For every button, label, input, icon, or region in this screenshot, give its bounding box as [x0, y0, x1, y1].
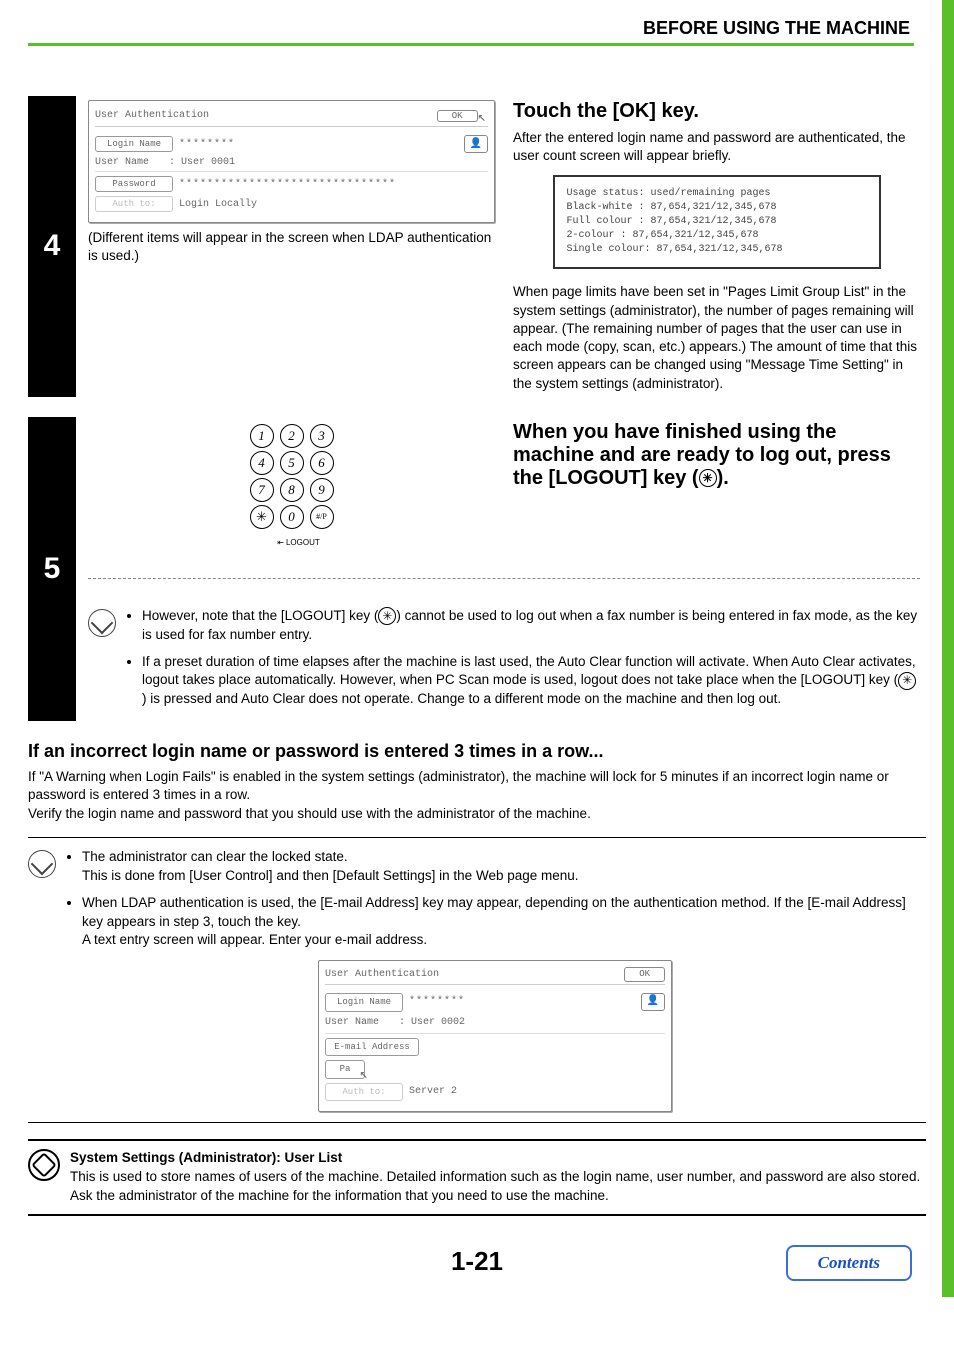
password-value: ******************************* [179, 179, 488, 190]
notes-bullet-2: When LDAP authentication is used, the [E… [82, 894, 926, 951]
page-number: 1-21 [451, 1246, 503, 1276]
n2b: A text entry screen will appear. Enter y… [82, 932, 427, 947]
auth-panel-2: User Authentication OK Login Name ******… [318, 960, 672, 1112]
divider-dashed [88, 578, 920, 579]
section-p1: If "A Warning when Login Fails" is enabl… [28, 768, 926, 804]
cursor-icon-2: ↖ [360, 1066, 368, 1086]
usage-l2: Black-white : 87,654,321/12,345,678 [567, 201, 867, 215]
p2-user-name-label: User Name [325, 1016, 399, 1030]
admin-settings-note: System Settings (Administrator): User Li… [28, 1139, 926, 1216]
panel2-ok-button[interactable]: OK [624, 967, 665, 982]
p2-address-book-icon[interactable]: 👤 [641, 993, 665, 1011]
step-number-4: 4 [28, 96, 76, 397]
login-name-value: ******** [179, 139, 235, 150]
notes-bullet-1: The administrator can clear the locked s… [82, 848, 926, 886]
note-pencil-icon-2 [28, 850, 56, 878]
page-footer: 1-21 Contents [28, 1246, 926, 1277]
b2a: If a preset duration of time elapses aft… [142, 654, 916, 688]
p2-login-name-value: ******** [409, 995, 465, 1009]
right-green-edge [942, 0, 954, 1297]
p2-user-name-value: : User 0002 [399, 1016, 465, 1030]
address-book-icon[interactable]: 👤 [464, 135, 488, 153]
logout-arrow-icon: ⇤ [277, 538, 284, 547]
key-star[interactable]: ✳ [250, 505, 274, 529]
admin-body: This is used to store names of users of … [70, 1168, 926, 1206]
numeric-keypad: 1 2 3 4 5 6 7 8 9 [250, 421, 334, 550]
step-5: 5 1 2 3 4 5 6 [28, 417, 926, 721]
p2-email-button[interactable]: E-mail Address [325, 1038, 419, 1057]
usage-status-box: Usage status: used/remaining pages Black… [553, 175, 881, 269]
n2a: When LDAP authentication is used, the [E… [82, 895, 906, 929]
logout-key-icon: ✳ [699, 469, 717, 487]
key-8[interactable]: 8 [280, 478, 304, 502]
password-button[interactable]: Password [95, 176, 173, 192]
step4-body1: After the entered login name and passwor… [513, 129, 920, 165]
usage-l3: Full colour : 87,654,321/12,345,678 [567, 215, 867, 229]
key-2[interactable]: 2 [280, 424, 304, 448]
logout-key-label: ⇤ LOGOUT [277, 538, 319, 547]
panel2-title: User Authentication [325, 968, 439, 982]
admin-title: System Settings (Administrator): User Li… [70, 1149, 926, 1168]
logout-key-icon-inline2: ✳ [898, 672, 916, 690]
step5-notes: However, note that the [LOGOUT] key (✳) … [88, 607, 920, 717]
section-p2: Verify the login name and password that … [28, 805, 926, 823]
usage-l5: Single colour: 87,654,321/12,345,678 [567, 243, 867, 257]
section-title: If an incorrect login name or password i… [28, 741, 926, 762]
gear-icon [28, 1149, 60, 1181]
usage-l4: 2-colour : 87,654,321/12,345,678 [567, 229, 867, 243]
key-3[interactable]: 3 [310, 424, 334, 448]
key-6[interactable]: 6 [310, 451, 334, 475]
panel1-ok-button[interactable]: OK [437, 110, 478, 122]
step5-bullet-2: If a preset duration of time elapses aft… [142, 653, 920, 710]
logout-text: LOGOUT [286, 538, 320, 547]
step4-title: Touch the [OK] key. [513, 100, 920, 123]
note-pencil-icon [88, 609, 116, 637]
step5-title-suffix: ). [717, 467, 729, 489]
cursor-icon: ↖ [478, 109, 486, 126]
b1a: However, note that the [LOGOUT] key ( [142, 608, 378, 623]
auth-panel-1: User Authentication OK ↖ Login Name ****… [88, 100, 495, 223]
key-7[interactable]: 7 [250, 478, 274, 502]
user-name-label: User Name [95, 157, 169, 168]
user-name-value: : User 0001 [169, 157, 235, 168]
p2-auth-to-value: Server 2 [409, 1085, 457, 1099]
key-0[interactable]: 0 [280, 505, 304, 529]
n1a: The administrator can clear the locked s… [82, 849, 348, 864]
auth-to-button[interactable]: Auth to: [95, 196, 173, 212]
usage-l1: Usage status: used/remaining pages [567, 187, 867, 201]
page-header: BEFORE USING THE MACHINE [28, 18, 910, 43]
panel1-title: User Authentication [95, 110, 209, 121]
step5-title: When you have finished using the machine… [513, 421, 920, 490]
auth-to-value: Login Locally [179, 199, 257, 210]
p2-login-name-button[interactable]: Login Name [325, 993, 403, 1012]
step-number-5: 5 [28, 417, 76, 721]
p2-pa-label: Pa [340, 1064, 351, 1074]
b2b: ) is pressed and Auto Clear does not ope… [142, 691, 781, 706]
key-hash[interactable]: #/P [310, 505, 334, 529]
contents-button[interactable]: Contents [786, 1245, 912, 1281]
step4-body2: When page limits have been set in "Pages… [513, 283, 920, 392]
panel1-caption: (Different items will appear in the scre… [88, 229, 495, 265]
key-4[interactable]: 4 [250, 451, 274, 475]
n1b: This is done from [User Control] and the… [82, 868, 579, 883]
login-name-button[interactable]: Login Name [95, 136, 173, 152]
header-rule [28, 43, 914, 46]
key-9[interactable]: 9 [310, 478, 334, 502]
step5-bullet-1: However, note that the [LOGOUT] key (✳) … [142, 607, 920, 645]
step-4: 4 User Authentication OK ↖ Login Name * [28, 96, 926, 397]
admin-notes-block: The administrator can clear the locked s… [28, 837, 926, 1123]
logout-key-icon-inline1: ✳ [378, 607, 396, 625]
key-1[interactable]: 1 [250, 424, 274, 448]
key-5[interactable]: 5 [280, 451, 304, 475]
p2-pa-button[interactable]: Pa ↖ [325, 1060, 365, 1079]
